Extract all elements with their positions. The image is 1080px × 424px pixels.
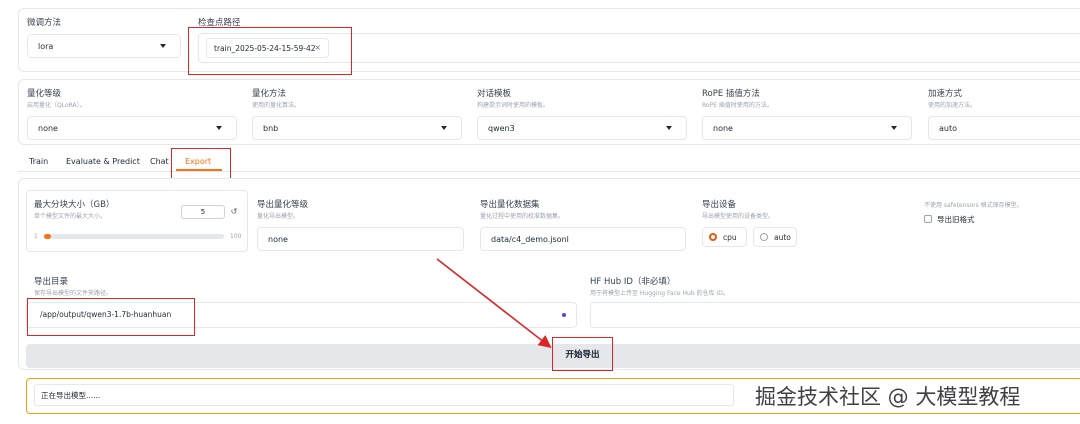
watermark: 掘金技术社区 @ 大模型教程 (755, 385, 1021, 409)
annotation-arrow (436, 258, 552, 348)
status-text: 正在导出模型...... (41, 391, 101, 400)
status-inner (34, 384, 734, 406)
